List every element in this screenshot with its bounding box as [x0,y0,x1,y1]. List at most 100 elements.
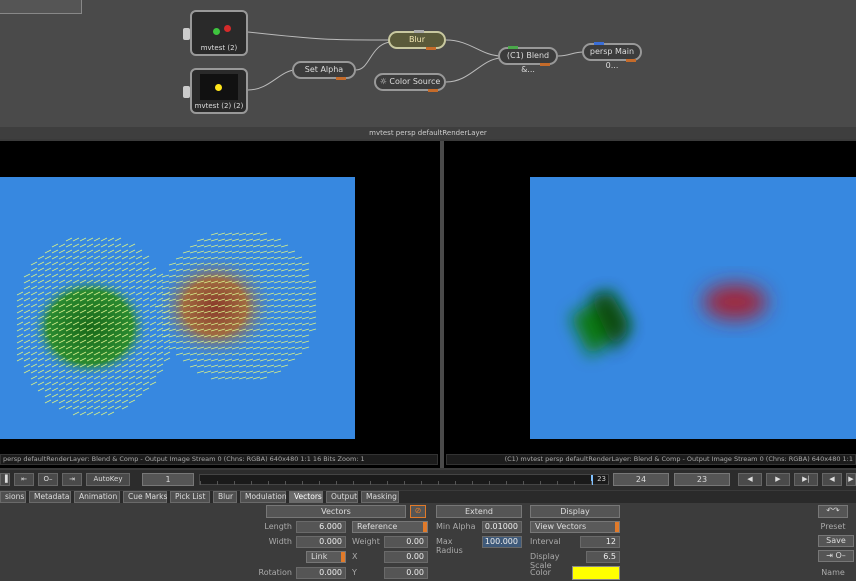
vector-arrow [210,244,219,248]
vector-arrow [142,273,150,278]
vector-arrow [135,291,143,296]
vector-arrow [72,267,80,272]
node-mvtest-2-2[interactable]: mvtest (2) (2) [183,68,248,114]
tab-sions[interactable]: sions [0,491,26,503]
timeline-tick [574,481,575,485]
node-blend-comp[interactable]: (C1) Blend &... [498,46,558,74]
vector-arrow [231,232,240,236]
vector-arrow [16,327,24,332]
tab-blur[interactable]: Blur [213,491,237,503]
vector-arrow [280,280,289,284]
key-icon-button[interactable]: O– [38,473,58,486]
node-mvtest-2[interactable]: mvtest (2) [183,10,248,56]
vector-arrow [121,267,129,272]
output-port[interactable] [428,89,438,92]
output-port[interactable] [540,63,550,66]
interval-field[interactable]: 12 [580,536,620,548]
vector-arrow [58,267,66,272]
undo-redo-icon[interactable]: ↶↷ [818,505,848,518]
input-port[interactable] [508,46,518,49]
node-persp-main[interactable]: persp Main 0... [582,42,642,70]
vector-arrow [79,387,87,392]
link-toggle[interactable]: Link [306,551,346,563]
play-backward-button[interactable]: ◀ [738,473,762,486]
node-color-source[interactable]: ☼ Color Source [374,73,446,92]
start-frame-field[interactable]: 1 [142,473,194,486]
tab-cue-marks[interactable]: Cue Marks [123,491,167,503]
color-swatch[interactable] [572,566,620,580]
vector-arrow [273,352,282,356]
reference-dropdown[interactable]: Reference [352,521,428,533]
sun-icon: ☼ [379,77,387,86]
vector-arrow [93,393,101,398]
vector-arrow [100,381,108,386]
max-radius-field[interactable]: 100.000 [482,536,522,548]
vector-arrow [294,298,303,302]
play-forward-button[interactable]: ▶ [766,473,790,486]
length-field[interactable]: 6.000 [296,521,346,533]
weight-field[interactable]: 0.00 [384,536,428,548]
tab-output[interactable]: Output [326,491,358,503]
vector-arrow [245,364,254,368]
vector-arrow [44,387,52,392]
tab-vectors[interactable]: Vectors [289,491,323,503]
copy-paste-icon[interactable]: ⇥ O– [818,550,854,562]
vector-arrow [100,237,108,242]
next-key-button[interactable]: ⇥ [62,473,82,486]
vector-arrow [128,261,136,266]
tab-pick-list[interactable]: Pick List [170,491,210,503]
vector-arrow [107,255,115,260]
vector-arrow [58,243,66,248]
tab-masking[interactable]: Masking [361,491,399,503]
rotation-field[interactable]: 0.000 [296,567,346,579]
vector-arrow [58,375,66,380]
node-graph-panel[interactable]: mvtest (2) mvtest (2) (2) Set Alpha Blur… [0,0,856,132]
node-blur[interactable]: Blur [388,30,446,50]
output-port[interactable] [426,47,436,50]
vector-arrow [121,243,129,248]
current-frame-field[interactable]: 24 [613,473,669,486]
tab-modulation[interactable]: Modulation [240,491,287,503]
viewer-right-status: (C1) mvtest persp defaultRenderLayer: Bl… [446,454,856,465]
x-field[interactable]: 0.00 [384,551,428,563]
view-vectors-toggle[interactable]: View Vectors [530,521,620,533]
y-field[interactable]: 0.00 [384,567,428,579]
min-alpha-field[interactable]: 0.01000 [482,521,522,533]
timeline-tick [506,481,507,485]
vector-arrow [121,387,129,392]
vector-arrow [280,322,289,326]
input-port[interactable] [414,30,424,33]
go-start-button[interactable]: ▐ [0,473,10,486]
step-forward-button[interactable]: ▶| [794,473,818,486]
viewer-left[interactable]: persp defaultRenderLayer: Blend & Comp -… [0,147,440,465]
timeline-track[interactable]: 23 [199,474,609,485]
save-button[interactable]: Save [818,535,854,547]
vector-arrow [128,273,136,278]
next-frame-button[interactable]: ▶ [846,473,856,486]
prev-frame-button[interactable]: ◀ [822,473,842,486]
output-port[interactable] [626,59,636,62]
vector-arrow [86,249,94,254]
viewer-right[interactable]: (C1) mvtest persp defaultRenderLayer: Bl… [444,147,856,465]
vector-arrow [301,322,310,326]
vector-arrow [107,393,115,398]
output-port[interactable] [336,77,346,80]
vector-arrow [114,273,122,278]
tab-animation[interactable]: Animation [74,491,120,503]
vector-arrow [128,249,136,254]
autokey-button[interactable]: AutoKey [86,473,130,486]
vector-arrow [210,376,219,380]
reset-icon[interactable]: ⊘ [410,505,426,518]
end-frame-field[interactable]: 23 [674,473,730,486]
input-port[interactable] [594,42,604,45]
vector-arrow [217,244,226,248]
view-vectors-label: View Vectors [535,522,587,531]
node-set-alpha[interactable]: Set Alpha [292,61,356,80]
width-field[interactable]: 0.000 [296,536,346,548]
tab-metadata[interactable]: Metadata [29,491,71,503]
vector-arrow [287,262,296,266]
x-label: X [352,552,358,561]
timeline-tick [421,481,422,485]
display-scale-field[interactable]: 6.5 [586,551,620,563]
prev-key-button[interactable]: ⇤ [14,473,34,486]
